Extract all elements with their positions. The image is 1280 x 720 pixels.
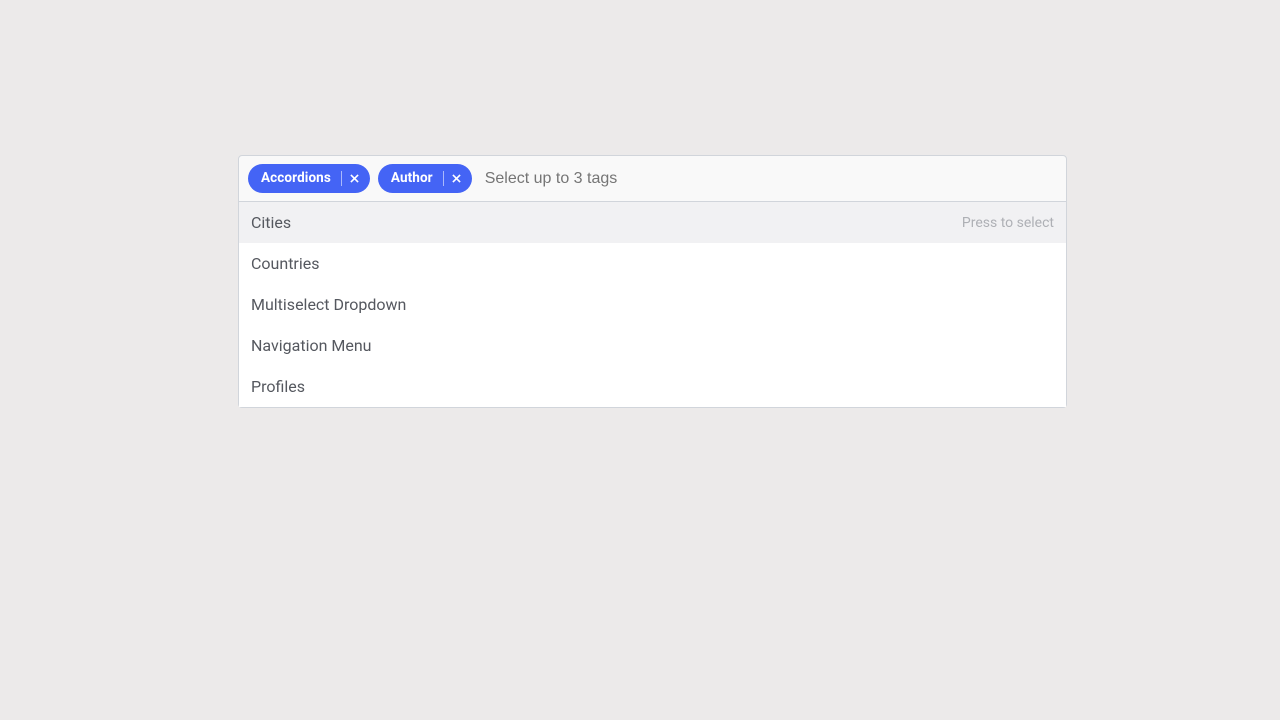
option-label: Multiselect Dropdown [251, 295, 406, 314]
tag-divider [443, 171, 444, 186]
tag-label: Accordions [248, 172, 340, 186]
option-label: Navigation Menu [251, 336, 372, 355]
option-label: Cities [251, 213, 291, 232]
multiselect-input[interactable] [480, 167, 1057, 191]
option-hint: Press to select [962, 215, 1054, 231]
close-icon [350, 174, 359, 183]
multiselect-input-row[interactable]: Accordions Author [239, 156, 1066, 202]
tag-accordions: Accordions [248, 164, 370, 193]
tag-remove-author[interactable] [446, 164, 472, 193]
close-icon [452, 174, 461, 183]
option-navigation-menu[interactable]: Navigation Menu [239, 325, 1066, 366]
option-cities[interactable]: Cities Press to select [239, 202, 1066, 243]
option-profiles[interactable]: Profiles [239, 366, 1066, 407]
option-multiselect-dropdown[interactable]: Multiselect Dropdown [239, 284, 1066, 325]
multiselect-options: Cities Press to select Countries Multise… [239, 202, 1066, 407]
multiselect-dropdown: Accordions Author Cities P [238, 155, 1067, 408]
option-countries[interactable]: Countries [239, 243, 1066, 284]
tag-author: Author [378, 164, 472, 193]
tag-divider [341, 171, 342, 186]
tag-label: Author [378, 172, 442, 186]
option-label: Profiles [251, 377, 305, 396]
option-label: Countries [251, 254, 319, 273]
tag-remove-accordions[interactable] [344, 164, 370, 193]
